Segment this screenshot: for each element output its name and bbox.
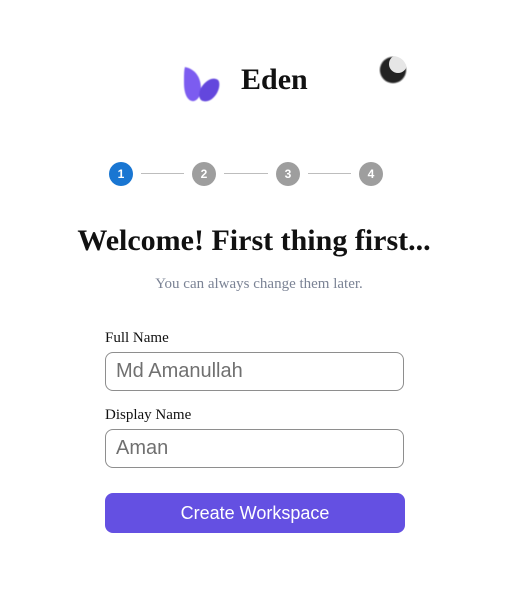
moon-icon xyxy=(379,56,407,84)
step-connector xyxy=(224,173,268,174)
create-workspace-button[interactable]: Create Workspace xyxy=(105,493,405,533)
step-connector xyxy=(308,173,351,174)
page-title: Welcome! First thing first... xyxy=(77,224,431,257)
brand-name: Eden xyxy=(241,63,308,96)
page-subtitle: You can always change them later. xyxy=(155,276,363,292)
step-connector xyxy=(141,173,184,174)
progress-stepper: 1 2 3 4 xyxy=(109,162,383,186)
step-1-indicator: 1 xyxy=(109,162,133,186)
leaf-logo-icon xyxy=(184,67,220,102)
display-name-label: Display Name xyxy=(105,407,192,423)
step-3-indicator: 3 xyxy=(276,162,300,186)
theme-toggle-button[interactable] xyxy=(377,54,409,86)
full-name-input[interactable] xyxy=(105,352,404,391)
display-name-input[interactable] xyxy=(105,429,404,468)
full-name-label: Full Name xyxy=(105,330,169,346)
step-4-indicator: 4 xyxy=(359,162,383,186)
step-2-indicator: 2 xyxy=(192,162,216,186)
